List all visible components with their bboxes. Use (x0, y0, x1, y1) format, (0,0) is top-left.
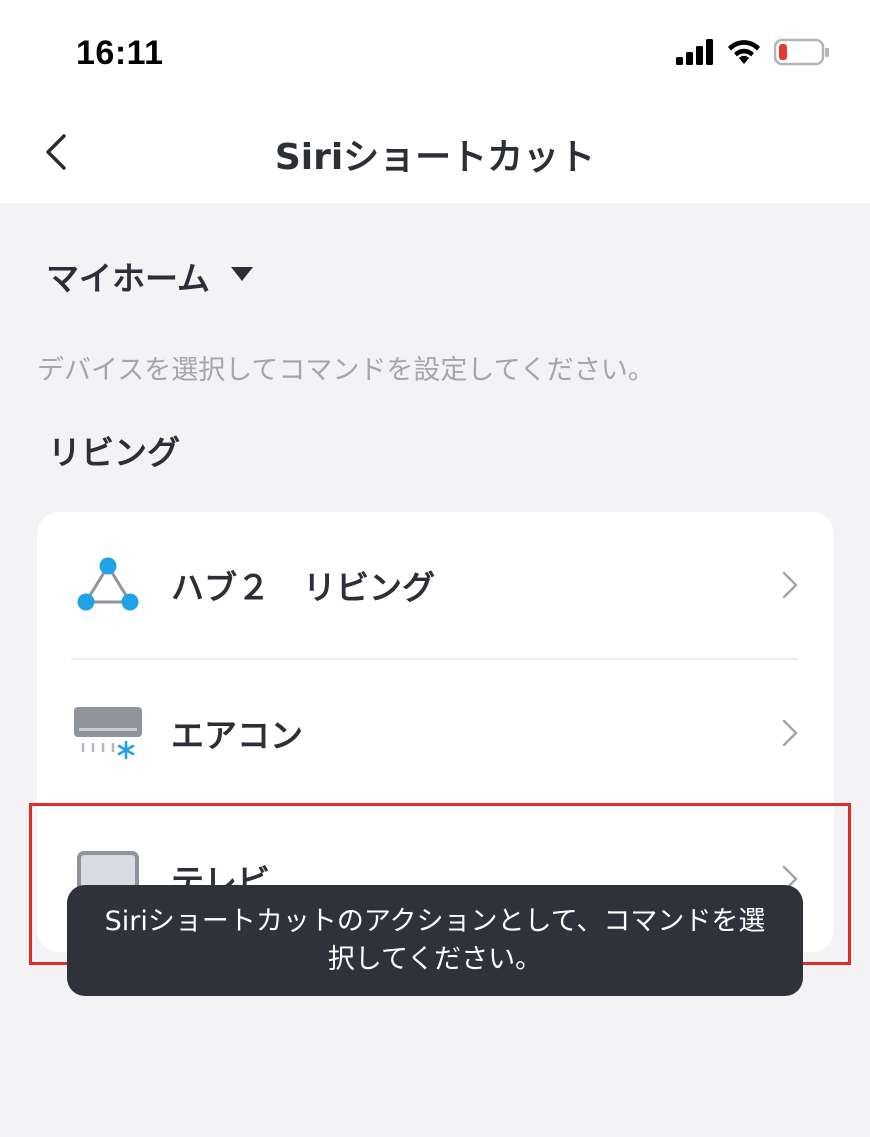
status-icons (676, 38, 830, 70)
device-label: ハブ２ リビング (171, 568, 435, 607)
device-row-hub[interactable]: ハブ２ リビング (37, 512, 834, 658)
cellular-signal-icon (676, 39, 714, 69)
battery-low-icon (773, 38, 830, 70)
caret-down-icon (230, 266, 254, 286)
air-conditioner-icon (73, 698, 143, 768)
home-name: マイホーム (46, 259, 211, 298)
toast-text: Siriショートカットのアクションとして、コマンドを選択してください。 (104, 905, 766, 975)
instruction-text: デバイスを選択してコマンドを設定してください。 (37, 355, 655, 386)
top-bar: 16:11 Siriショートカット (0, 0, 870, 203)
room-title: リビング (48, 433, 180, 472)
page-title: Siriショートカット (274, 137, 596, 178)
hub-icon (73, 550, 143, 620)
wifi-icon (726, 38, 762, 70)
toast-message: Siriショートカットのアクションとして、コマンドを選択してください。 (67, 885, 803, 996)
chevron-right-icon (780, 718, 800, 748)
device-row-air-conditioner[interactable]: エアコン (37, 660, 834, 806)
chevron-right-icon (780, 570, 800, 600)
home-selector[interactable]: マイホーム (46, 252, 254, 300)
device-label: エアコン (171, 716, 303, 755)
status-time: 16:11 (76, 34, 164, 72)
